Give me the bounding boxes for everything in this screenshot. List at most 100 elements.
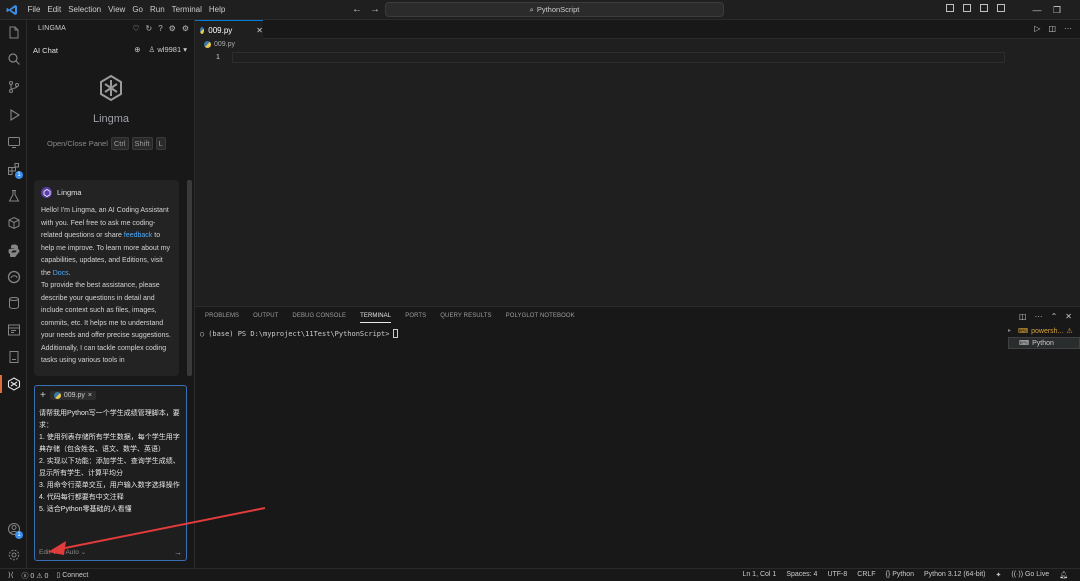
feedback-link[interactable]: feedback	[124, 232, 152, 239]
python-icon[interactable]	[0, 239, 27, 261]
settings-icon[interactable]: ⚙	[182, 24, 189, 33]
interpreter[interactable]: Python 3.12 (64-bit)	[924, 571, 985, 579]
breadcrumb[interactable]: 009.py	[204, 41, 235, 48]
side-panel-title: LINGMA	[38, 25, 67, 32]
remote-indicator-icon[interactable]: ⟩⟨	[8, 571, 13, 581]
language-mode[interactable]: {} Python	[886, 571, 914, 579]
menu-edit[interactable]: Edit	[44, 0, 65, 20]
edge-browser-icon[interactable]	[0, 266, 27, 288]
bookmark-page-icon[interactable]	[0, 346, 27, 368]
warning-count: 0	[44, 573, 49, 580]
help-icon[interactable]: ?	[158, 24, 162, 33]
indentation[interactable]: Spaces: 4	[786, 571, 817, 579]
go-live[interactable]: ((·)) Go Live	[1011, 571, 1049, 579]
tab-terminal[interactable]: TERMINAL	[360, 313, 392, 323]
tab-ai-chat[interactable]: AI Chat	[33, 46, 58, 55]
brand-name: Lingma	[92, 113, 130, 125]
layout-controls	[946, 4, 1005, 12]
extensions-icon[interactable]: 1	[0, 158, 27, 180]
tab-output[interactable]: OUTPUT	[253, 313, 278, 323]
database-icon[interactable]	[0, 292, 27, 314]
lightbulb-icon[interactable]: ♡	[132, 24, 139, 33]
package-cube-icon[interactable]	[0, 212, 27, 234]
source-control-icon[interactable]	[0, 76, 27, 98]
menu-selection[interactable]: Selection	[65, 0, 105, 20]
mode-selector[interactable]: Edit ⌄	[39, 548, 57, 556]
minimize-icon[interactable]: —	[1027, 0, 1047, 20]
side-panel-right-controls: ⊕ ♙ wl9981 ▾	[134, 45, 187, 54]
history-icon[interactable]: ↻	[146, 24, 153, 33]
maximize-panel-icon[interactable]: ⌃	[1051, 312, 1058, 321]
lingma-status-icon[interactable]: ✦	[996, 571, 1002, 579]
terminal-item-label: powersh...	[1031, 327, 1064, 335]
message-header: Lingma	[41, 187, 82, 198]
tab-query-results[interactable]: QUERY RESULTS	[440, 313, 491, 323]
panel-tabs: PROBLEMS OUTPUT DEBUG CONSOLE TERMINAL P…	[205, 313, 575, 323]
more-actions-icon[interactable]: ···	[1035, 312, 1043, 321]
search-icon[interactable]	[0, 48, 27, 70]
terminal-item-python[interactable]: ⌨ Python	[1008, 337, 1080, 349]
forward-arrow-icon[interactable]: →	[370, 3, 380, 17]
tab-ports[interactable]: PORTS	[405, 313, 426, 323]
terminal-prompt-line[interactable]: ○ (base) PS D:\myproject\11Test\PythonSc…	[200, 329, 399, 338]
settings-gear-icon[interactable]	[0, 544, 27, 566]
end-of-line[interactable]: CRLF	[857, 571, 875, 579]
database-icon: ▯	[56, 572, 61, 579]
window-controls: — ❐	[1027, 0, 1067, 20]
account-badge: 1	[15, 531, 23, 539]
back-arrow-icon[interactable]: ←	[352, 3, 362, 17]
current-line-highlight[interactable]	[232, 52, 1005, 63]
close-panel-icon[interactable]: ✕	[1065, 312, 1072, 321]
command-center-search[interactable]: ⌕ PythonScript	[385, 2, 724, 17]
editor-tab[interactable]: 009.py ✕	[195, 20, 263, 39]
encoding[interactable]: UTF-8	[827, 571, 847, 579]
context-file-chip[interactable]: 009.py ×	[49, 391, 96, 400]
new-chat-icon[interactable]: ⊕	[134, 45, 140, 54]
vscode-logo-icon	[6, 4, 18, 16]
chat-input-box[interactable]: + 009.py × 请帮我用Python写一个学生成绩管理脚本，要求： 1. …	[34, 385, 187, 561]
cursor-position[interactable]: Ln 1, Col 1	[742, 571, 776, 579]
toggle-secondary-sidebar-icon[interactable]	[980, 4, 988, 12]
restore-icon[interactable]: ❐	[1047, 0, 1067, 20]
menu-go[interactable]: Go	[129, 0, 147, 20]
remote-explorer-icon[interactable]	[0, 131, 27, 153]
split-editor-icon[interactable]: ◫	[1048, 24, 1056, 33]
explorer-icon[interactable]	[0, 22, 27, 44]
menu-run[interactable]: Run	[146, 0, 168, 20]
lingma-icon[interactable]	[0, 373, 27, 395]
run-python-icon[interactable]: ▷	[1034, 24, 1040, 33]
account-icon[interactable]: 1	[0, 518, 27, 540]
problems-indicator[interactable]: ⓧ 0 ⚠ 0	[21, 571, 48, 581]
notebook-icon[interactable]	[0, 319, 27, 341]
menu-file[interactable]: File	[24, 0, 44, 20]
prompt-text[interactable]: 请帮我用Python写一个学生成绩管理脚本，要求： 1. 使用列表存储所有学生数…	[39, 408, 182, 516]
split-terminal-icon[interactable]: ◫	[1019, 312, 1027, 321]
mode-label: Edit	[39, 549, 51, 556]
menu-help[interactable]: Help	[205, 0, 228, 20]
chat-scrollbar[interactable]	[187, 180, 192, 376]
assistant-message: Lingma Hello! I'm Lingma, an AI Coding A…	[34, 180, 179, 376]
add-context-icon[interactable]: +	[40, 390, 46, 401]
tab-debug-console[interactable]: DEBUG CONSOLE	[292, 313, 346, 323]
terminal-item-powershell[interactable]: ▸ ⌨ powersh... ⚠	[1008, 325, 1080, 337]
more-actions-icon[interactable]: ···	[1064, 24, 1072, 33]
tab-problems[interactable]: PROBLEMS	[205, 313, 239, 323]
run-debug-icon[interactable]	[0, 104, 27, 126]
remove-context-icon[interactable]: ×	[88, 392, 92, 399]
toggle-panel-icon[interactable]	[963, 4, 971, 12]
notifications-bell-icon[interactable]: 🔔︎	[1059, 571, 1068, 579]
menu-view[interactable]: View	[105, 0, 129, 20]
user-menu[interactable]: ♙ wl9981 ▾	[149, 45, 187, 54]
tools-icon[interactable]: ⚙	[169, 24, 176, 33]
prompt-line: 4. 代码每行都要有中文注释	[39, 494, 124, 501]
send-icon[interactable]: →	[174, 548, 182, 557]
close-tab-icon[interactable]: ✕	[256, 26, 263, 35]
tab-polyglot-notebook[interactable]: POLYGLOT NOTEBOOK	[506, 313, 575, 323]
model-selector[interactable]: Auto ⌄	[65, 548, 86, 556]
toggle-primary-sidebar-icon[interactable]	[946, 4, 954, 12]
testing-flask-icon[interactable]	[0, 185, 27, 207]
connect-status[interactable]: ▯ Connect	[56, 571, 88, 581]
docs-link[interactable]: Docs	[53, 270, 69, 277]
customize-layout-icon[interactable]	[997, 4, 1005, 12]
menu-terminal[interactable]: Terminal	[168, 0, 205, 20]
